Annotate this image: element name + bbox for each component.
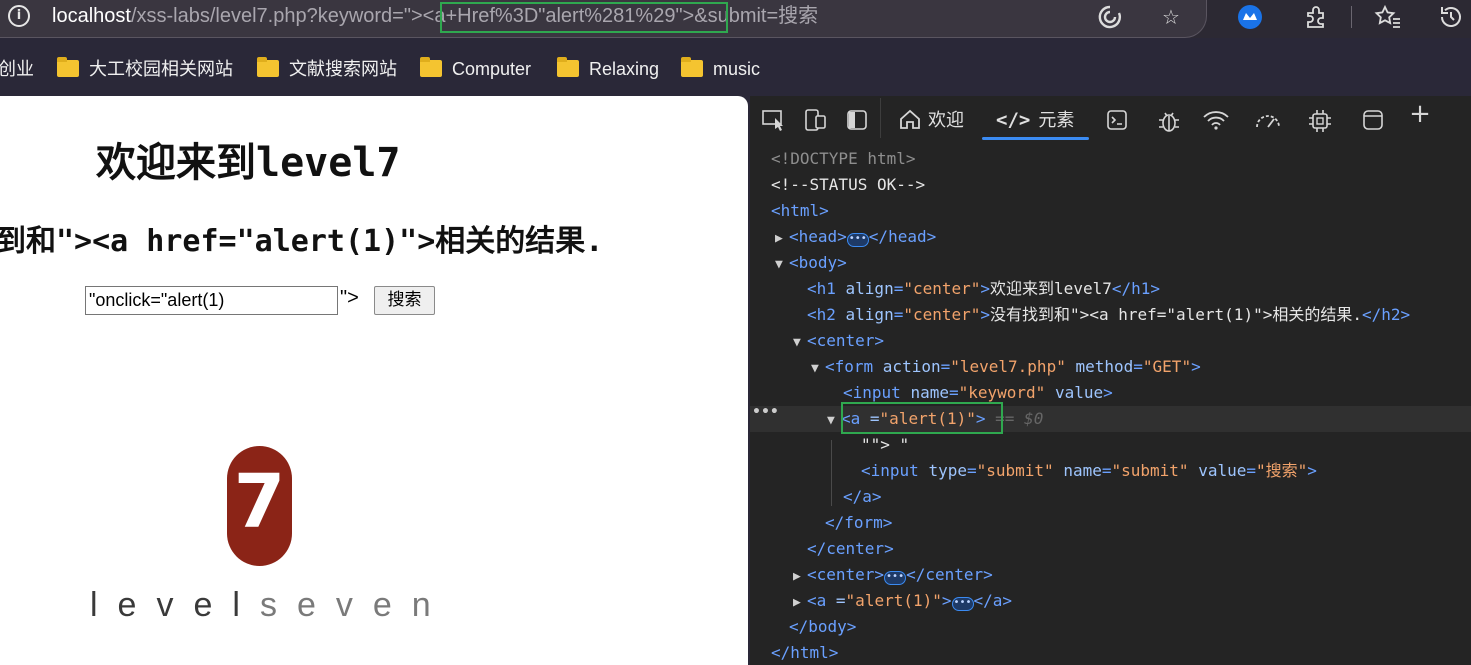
tab-welcome[interactable]: 欢迎 bbox=[898, 108, 964, 132]
bookmark-folder-computer[interactable]: Computer bbox=[420, 57, 531, 80]
dom-line-head[interactable]: ▶ <head> ••• </head> bbox=[750, 224, 1471, 250]
dom-line-center-collapsed[interactable]: ▶ <center> ••• </center> bbox=[750, 562, 1471, 588]
ellipsis-badge[interactable]: ••• bbox=[846, 233, 869, 247]
level-logo: 7 bbox=[227, 446, 292, 566]
favorite-star-icon[interactable]: ☆ bbox=[1157, 4, 1185, 30]
logo-number: 7 bbox=[233, 459, 286, 545]
collapse-triangle-icon[interactable]: ▼ bbox=[793, 330, 807, 356]
dom-line-h1[interactable]: <h1 align="center">欢迎来到level7</h1> bbox=[750, 276, 1471, 302]
page-result-text: 到和"><a href="alert(1)">相关的结果. bbox=[0, 224, 604, 259]
expand-triangle-icon[interactable]: ▶ bbox=[793, 564, 807, 590]
extension-badge-icon[interactable] bbox=[1236, 4, 1264, 30]
toolbar-separator bbox=[1351, 6, 1352, 28]
ellipsis-badge[interactable]: ••• bbox=[884, 571, 907, 585]
dom-line-center-close[interactable]: </center> bbox=[750, 536, 1471, 562]
page-heading: 欢迎来到level7 bbox=[96, 140, 401, 186]
dom-line-form[interactable]: ▼ <form action="level7.php" method="GET"> bbox=[750, 354, 1471, 380]
devtools-panel: 欢迎 </> 元素 + <!DOCTYPE html> <!--STATUS OK… bbox=[750, 96, 1471, 665]
bookmark-folder-literature[interactable]: 文献搜索网站 bbox=[257, 57, 397, 80]
address-bar-row: i localhost/xss-labs/level7.php?keyword=… bbox=[0, 0, 1471, 38]
more-options-icon[interactable]: ••• bbox=[752, 404, 779, 420]
devtools-toolbar: 欢迎 </> 元素 + bbox=[750, 96, 1471, 144]
folder-icon bbox=[420, 57, 442, 77]
anchor-highlight-box bbox=[841, 402, 1003, 434]
memory-chip-icon[interactable] bbox=[1306, 108, 1334, 132]
device-emulation-icon[interactable] bbox=[801, 108, 829, 132]
console-icon[interactable] bbox=[1103, 108, 1131, 132]
ellipsis-badge[interactable]: ••• bbox=[951, 597, 974, 611]
bookmarks-bar: 创业 大工校园相关网站 文献搜索网站 Computer Relaxing mus… bbox=[0, 38, 1471, 96]
dom-line-body[interactable]: ▼ <body> bbox=[750, 250, 1471, 276]
dom-line-submit[interactable]: <input type="submit" name="submit" value… bbox=[750, 458, 1471, 484]
dom-line-body-close[interactable]: </body> bbox=[750, 614, 1471, 640]
search-button[interactable]: 搜索 bbox=[374, 286, 435, 315]
immersive-reader-icon[interactable] bbox=[1096, 4, 1124, 30]
history-icon[interactable] bbox=[1437, 4, 1465, 30]
expand-triangle-icon[interactable]: ▶ bbox=[775, 226, 789, 252]
dom-line-center[interactable]: ▼ <center> bbox=[750, 328, 1471, 354]
folder-icon bbox=[557, 57, 579, 77]
dock-sidebar-icon[interactable] bbox=[843, 108, 871, 132]
debugger-bug-icon[interactable] bbox=[1155, 108, 1183, 132]
collapse-triangle-icon[interactable]: ▼ bbox=[811, 356, 825, 382]
code-tags-icon: </> bbox=[996, 109, 1031, 131]
logo-wordmark: levelseven bbox=[90, 586, 451, 624]
keyword-input[interactable]: "onclick="alert(1) bbox=[85, 286, 338, 315]
folder-icon bbox=[57, 57, 79, 77]
folder-icon bbox=[681, 57, 703, 77]
dom-line-text-node[interactable]: ""> " bbox=[750, 432, 1471, 458]
favorites-icon[interactable] bbox=[1374, 4, 1402, 30]
active-tab-indicator bbox=[982, 137, 1089, 140]
dom-line-h2[interactable]: <h2 align="center">没有找到和"><a href="alert… bbox=[750, 302, 1471, 328]
web-page: 欢迎来到level7 到和"><a href="alert(1)">相关的结果.… bbox=[0, 96, 748, 665]
dom-line-form-close[interactable]: </form> bbox=[750, 510, 1471, 536]
dom-line-anchor-collapsed[interactable]: ▶ <a ="alert(1)"> ••• </a> bbox=[750, 588, 1471, 614]
info-icon[interactable]: i bbox=[8, 5, 30, 27]
home-icon bbox=[900, 109, 920, 129]
extensions-icon[interactable] bbox=[1302, 4, 1330, 30]
add-tool-plus-icon[interactable]: + bbox=[1406, 101, 1434, 127]
bookmark-folder-campus[interactable]: 大工校园相关网站 bbox=[57, 57, 233, 80]
performance-gauge-icon[interactable] bbox=[1254, 108, 1282, 132]
dom-line-html[interactable]: <html> bbox=[750, 198, 1471, 224]
dom-line-anchor-close[interactable]: </a> bbox=[750, 484, 1471, 510]
tab-elements[interactable]: </> 元素 bbox=[996, 108, 1074, 132]
stray-text: "> bbox=[340, 287, 359, 309]
collapse-triangle-icon[interactable]: ▼ bbox=[827, 408, 841, 434]
collapse-triangle-icon[interactable]: ▼ bbox=[775, 252, 789, 278]
dom-line-doctype[interactable]: <!DOCTYPE html> bbox=[750, 146, 1471, 172]
application-panel-icon[interactable] bbox=[1359, 108, 1387, 132]
url-injection-highlight bbox=[440, 2, 728, 33]
dom-line-comment[interactable]: <!--STATUS OK--> bbox=[750, 172, 1471, 198]
dom-line-html-close[interactable]: </html> bbox=[750, 640, 1471, 665]
network-wifi-icon[interactable] bbox=[1202, 108, 1230, 132]
folder-icon bbox=[257, 57, 279, 77]
indent-guide bbox=[831, 440, 832, 506]
toolbar-separator bbox=[880, 98, 881, 138]
bookmark-folder-music[interactable]: music bbox=[681, 57, 760, 80]
expand-triangle-icon[interactable]: ▶ bbox=[793, 590, 807, 616]
bookmark-folder-relaxing[interactable]: Relaxing bbox=[557, 57, 659, 80]
inspect-icon[interactable] bbox=[760, 108, 788, 132]
bookmark-startup[interactable]: 创业 bbox=[0, 58, 34, 80]
